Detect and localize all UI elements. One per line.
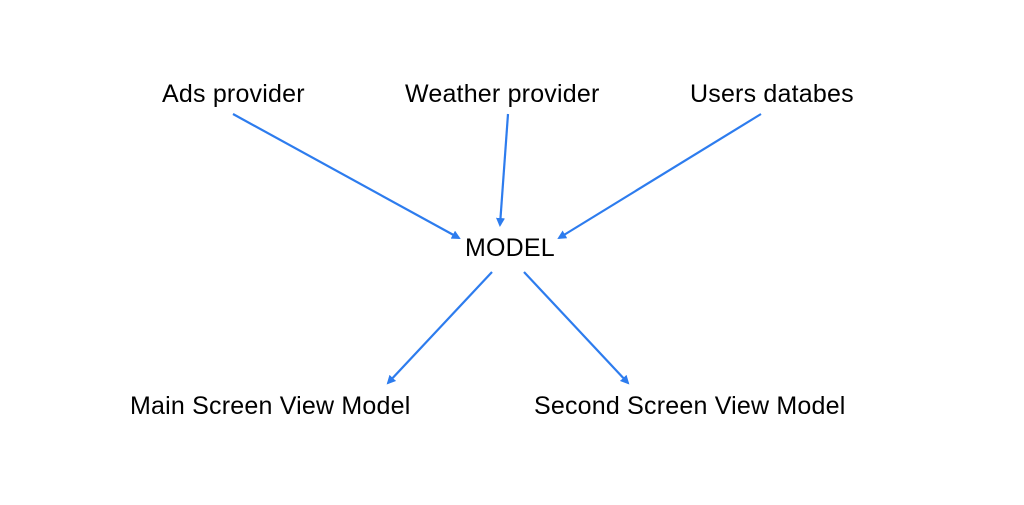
arrow-ads-to-model bbox=[233, 114, 459, 238]
arrow-users-to-model bbox=[559, 114, 761, 238]
node-users-databes: Users databes bbox=[690, 80, 854, 109]
node-model: MODEL bbox=[465, 234, 555, 263]
node-ads-provider: Ads provider bbox=[162, 80, 305, 109]
arrow-weather-to-model bbox=[500, 114, 508, 225]
arrow-model-to-second bbox=[524, 272, 628, 383]
node-main-screen-view-model: Main Screen View Model bbox=[130, 392, 410, 421]
node-second-screen-view-model: Second Screen View Model bbox=[534, 392, 845, 421]
arrow-model-to-main bbox=[388, 272, 492, 383]
node-weather-provider: Weather provider bbox=[405, 80, 600, 109]
